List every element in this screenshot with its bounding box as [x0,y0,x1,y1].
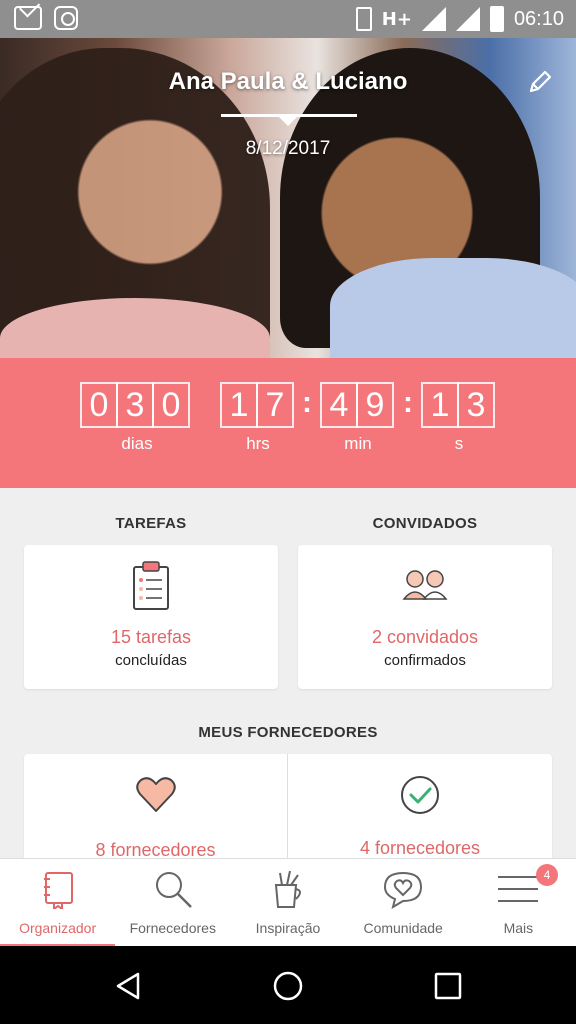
clock: 06:10 [513,7,564,30]
nav-inspiration[interactable]: Inspiração [230,859,345,947]
nav-more-label: Mais [503,920,534,936]
tasks-count: 15 tarefas [110,627,192,647]
back-icon[interactable] [112,970,144,1002]
guests-people-icon [402,570,448,600]
seconds-digit-2: 3 [457,382,495,428]
countdown-seconds: 1 3 [421,382,495,428]
days-label: dias [121,434,153,453]
network-type: H+ [381,8,412,30]
status-bar: H+ 06:10 [0,0,576,38]
vibrate-icon [355,7,372,31]
countdown-days: 0 3 0 [80,382,190,428]
vendors-heading: MEUS FORNECEDORES [198,724,378,741]
battery-icon [489,6,504,32]
hired-vendors-count: 4 fornecedores [359,838,481,858]
system-navigation-bar [0,946,576,1024]
nav-organizer-label: Organizador [19,920,97,936]
gmail-notification-icon [14,6,42,30]
signal-icon [421,7,446,31]
colon-separator: : [302,386,312,419]
check-circle-icon [401,776,439,814]
hours-digit-2: 7 [256,382,294,428]
guests-count: 2 convidados [371,627,479,647]
seconds-digit-1: 1 [421,382,459,428]
days-digit-1: 0 [80,382,118,428]
guests-card[interactable]: 2 convidados confirmados [298,545,552,689]
photo-detail-shirt [330,258,576,358]
minutes-digit-1: 4 [320,382,358,428]
search-icon [155,872,192,908]
nav-community[interactable]: Comunidade [346,859,461,947]
guests-heading: CONVIDADOS [372,515,478,532]
wedding-countdown: 0 3 0 dias 1 7 hrs : 4 9 min : 1 3 s [0,358,576,488]
tasks-subtitle: concluídas [115,652,187,669]
signal-icon-2 [455,7,480,31]
chat-heart-icon [384,871,423,909]
tasks-card[interactable]: 15 tarefas concluídas [24,545,278,689]
minutes-digit-2: 9 [356,382,394,428]
recent-apps-icon[interactable] [432,970,464,1002]
inspiration-cup-icon [274,870,301,908]
bottom-navigation: Organizador Fornecedores Inspiração Comu… [0,858,576,947]
colon-separator: : [403,386,413,419]
nav-more[interactable]: 4 Mais [461,859,576,947]
nav-inspiration-label: Inspiração [255,920,321,936]
countdown-minutes: 4 9 [320,382,394,428]
heart-icon [135,777,176,812]
vendors-card: 8 fornecedores 4 fornecedores [24,754,552,860]
menu-icon [498,876,539,902]
edit-pencil-icon[interactable] [526,68,554,96]
minutes-label: min [344,434,372,453]
nav-vendors[interactable]: Fornecedores [115,859,230,947]
tasks-heading: TAREFAS [115,515,187,532]
countdown-hours: 1 7 [220,382,294,428]
home-icon[interactable] [272,970,304,1002]
couple-names: Ana Paula & Luciano [168,68,408,95]
favorite-vendors[interactable]: 8 fornecedores [24,754,287,860]
title-divider-notch [278,116,298,126]
seconds-label: s [454,434,464,453]
wedding-date: 8/12/2017 [245,138,331,159]
guests-subtitle: confirmados [384,652,466,669]
days-digit-3: 0 [152,382,190,428]
nav-community-label: Comunidade [363,920,443,936]
hired-vendors[interactable]: 4 fornecedores [288,754,552,860]
clipboard-checklist-icon [133,561,169,610]
days-digit-2: 3 [116,382,154,428]
hours-label: hrs [246,434,270,453]
couple-photo-header: Ana Paula & Luciano 8/12/2017 [0,38,576,358]
instagram-notification-icon [54,6,78,30]
notification-badge: 4 [535,864,558,886]
hours-digit-1: 1 [220,382,258,428]
nav-organizer[interactable]: Organizador [0,859,116,947]
notebook-icon [43,872,73,909]
nav-vendors-label: Fornecedores [129,920,216,936]
